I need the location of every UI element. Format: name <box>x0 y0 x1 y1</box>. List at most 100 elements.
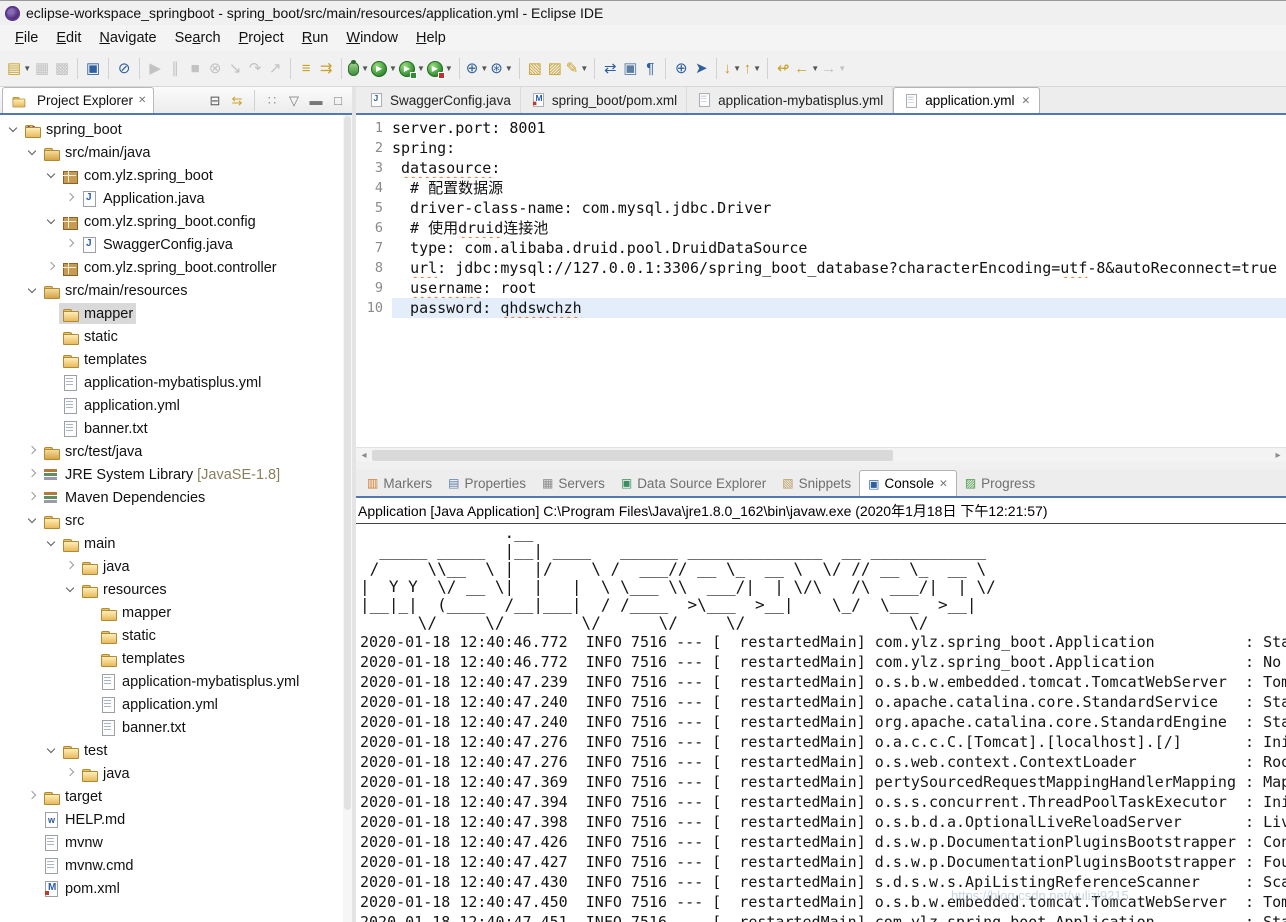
tree-item-com.ylz.spring-boot.controller[interactable]: com.ylz.spring_boot.controller <box>0 256 352 279</box>
run-on-server-button[interactable]: ➤ <box>691 57 711 81</box>
expand-arrow-icon[interactable] <box>63 559 78 574</box>
tab-project-explorer[interactable]: Project Explorer ✕ <box>2 87 154 113</box>
last-edit-location-button[interactable]: ↫ <box>773 57 793 81</box>
tree-item-Maven-Dependencies[interactable]: Maven Dependencies <box>0 486 352 509</box>
expand-arrow-icon[interactable] <box>25 444 40 459</box>
save-button[interactable]: ▦ <box>32 57 52 81</box>
console-tab-data-source-explorer[interactable]: ▣Data Source Explorer <box>613 470 774 496</box>
run-button[interactable]: ▶▼ <box>370 57 398 81</box>
tree-item-test[interactable]: test <box>0 739 352 762</box>
editor-h-scrollbar[interactable]: ◂ ▸ <box>356 447 1286 462</box>
step-return-button[interactable]: ↗ <box>265 57 285 81</box>
tree-item-src-test-java[interactable]: src/test/java <box>0 440 352 463</box>
tree-item-static[interactable]: static <box>0 325 352 348</box>
tree-item-application-mybatisplus.yml[interactable]: application-mybatisplus.yml <box>0 670 352 693</box>
editor-tab-application-mybatisplus.yml[interactable]: application-mybatisplus.yml <box>687 87 893 113</box>
expand-arrow-icon[interactable] <box>25 789 40 804</box>
minimize-button[interactable]: ▬ <box>306 88 326 112</box>
suspend-button[interactable]: ∥ <box>165 57 185 81</box>
collapse-arrow-icon[interactable] <box>44 743 59 758</box>
scroll-right-icon[interactable]: ▸ <box>1270 450 1286 461</box>
tree-item-java[interactable]: java <box>0 762 352 785</box>
profile-button[interactable]: ▶▼ <box>426 57 454 81</box>
h-scroll-thumb[interactable] <box>372 450 893 461</box>
open-web-browser-button[interactable]: ⊕ <box>671 57 691 81</box>
collapse-arrow-icon[interactable] <box>25 513 40 528</box>
highlighter-button[interactable]: ✎▼ <box>565 57 590 81</box>
terminate-button[interactable]: ■ <box>185 57 205 81</box>
console-tab-snippets[interactable]: ▧Snippets <box>774 470 859 496</box>
save-all-button[interactable]: ▩ <box>52 57 72 81</box>
menu-window[interactable]: Window <box>337 28 407 48</box>
tree-item-Application.java[interactable]: JApplication.java <box>0 187 352 210</box>
editor-tab-application.yml[interactable]: application.yml✕ <box>893 87 1040 113</box>
expand-arrow-icon[interactable] <box>25 467 40 482</box>
tree-item-java[interactable]: java <box>0 555 352 578</box>
tree-item-application-mybatisplus.yml[interactable]: application-mybatisplus.yml <box>0 371 352 394</box>
tree-item-main[interactable]: main <box>0 532 352 555</box>
close-icon[interactable]: ✕ <box>138 95 146 106</box>
menu-navigate[interactable]: Navigate <box>90 28 165 48</box>
new-wizard-button[interactable]: ▤▼ <box>6 57 32 81</box>
menu-edit[interactable]: Edit <box>47 28 90 48</box>
disconnect-button[interactable]: ⊗ <box>205 57 225 81</box>
tree-item-application.yml[interactable]: application.yml <box>0 394 352 417</box>
console-tab-console[interactable]: ▣Console✕ <box>859 470 957 496</box>
link-with-editor-button[interactable]: ⇄ <box>600 57 620 81</box>
h-scroll-track[interactable] <box>372 450 1270 461</box>
tree-item-src[interactable]: src <box>0 509 352 532</box>
tree-item-application.yml[interactable]: application.yml <box>0 693 352 716</box>
view-menu-button[interactable]: ▽ <box>284 88 304 112</box>
coverage-button[interactable]: ▶▼ <box>398 57 426 81</box>
tree-item-SwaggerConfig.java[interactable]: JSwaggerConfig.java <box>0 233 352 256</box>
collapse-arrow-icon[interactable] <box>63 582 78 597</box>
tree-item-banner.txt[interactable]: banner.txt <box>0 716 352 739</box>
menu-help[interactable]: Help <box>407 28 455 48</box>
console-tab-properties[interactable]: ▤Properties <box>440 470 534 496</box>
tree-item-spring-boot[interactable]: Mspring_boot <box>0 118 352 141</box>
tree-item-static[interactable]: static <box>0 624 352 647</box>
tree-item-com.ylz.spring-boot.config[interactable]: com.ylz.spring_boot.config <box>0 210 352 233</box>
expand-arrow-icon[interactable] <box>44 260 59 275</box>
expand-arrow-icon[interactable] <box>63 237 78 252</box>
debug-button[interactable]: ▼ <box>347 57 370 81</box>
scroll-left-icon[interactable]: ◂ <box>356 450 372 461</box>
collapse-arrow-icon[interactable] <box>6 122 21 137</box>
tree-item-mvnw.cmd[interactable]: mvnw.cmd <box>0 854 352 877</box>
collapse-all-button[interactable]: ⊟ <box>205 88 225 112</box>
menu-run[interactable]: Run <box>293 28 338 48</box>
tree-item-templates[interactable]: templates <box>0 348 352 371</box>
expand-arrow-icon[interactable] <box>25 490 40 505</box>
menu-search[interactable]: Search <box>166 28 230 48</box>
editor-console-sash[interactable] <box>356 462 1286 470</box>
console-tab-markers[interactable]: ▥Markers <box>359 470 440 496</box>
close-icon[interactable]: ✕ <box>1022 95 1031 107</box>
editor-tab-spring-boot-pom.xml[interactable]: Mspring_boot/pom.xml <box>521 87 687 113</box>
console-tab-progress[interactable]: ▨Progress <box>957 470 1043 496</box>
editor-tab-SwaggerConfig.java[interactable]: JSwaggerConfig.java <box>359 87 521 113</box>
collapse-arrow-icon[interactable] <box>25 145 40 160</box>
collapse-arrow-icon[interactable] <box>44 536 59 551</box>
open-resource-button[interactable]: ▨ <box>545 57 565 81</box>
resume-button[interactable]: ▶ <box>145 57 165 81</box>
tree-item-pom.xml[interactable]: Mpom.xml <box>0 877 352 900</box>
new-web-service-button[interactable]: ⊕▼ <box>465 57 490 81</box>
link-with-editor-button[interactable]: ⇆ <box>227 88 247 112</box>
previous-annotation-button[interactable]: ↑▼ <box>742 57 762 81</box>
expand-arrow-icon[interactable] <box>63 191 78 206</box>
show-selected-element-button[interactable]: ▣ <box>620 57 640 81</box>
open-type-button[interactable]: ▧ <box>525 57 545 81</box>
tree-item-com.ylz.spring-boot[interactable]: com.ylz.spring_boot <box>0 164 352 187</box>
collapse-arrow-icon[interactable] <box>25 283 40 298</box>
tree-item-JRE-System-Library[interactable]: JRE System Library[JavaSE-1.8] <box>0 463 352 486</box>
show-whitespace-button[interactable]: ¶ <box>640 57 660 81</box>
collapse-arrow-icon[interactable] <box>44 214 59 229</box>
menu-project[interactable]: Project <box>230 28 293 48</box>
maximize-button[interactable]: □ <box>328 88 348 112</box>
tree-scrollbar[interactable] <box>343 115 352 922</box>
tree-item-mvnw[interactable]: mvnw <box>0 831 352 854</box>
tree-item-mapper[interactable]: mapper <box>0 601 352 624</box>
step-over-button[interactable]: ↷ <box>245 57 265 81</box>
tree-scrollbar-thumb[interactable] <box>344 116 351 810</box>
tree-item-HELP.md[interactable]: wHELP.md <box>0 808 352 831</box>
